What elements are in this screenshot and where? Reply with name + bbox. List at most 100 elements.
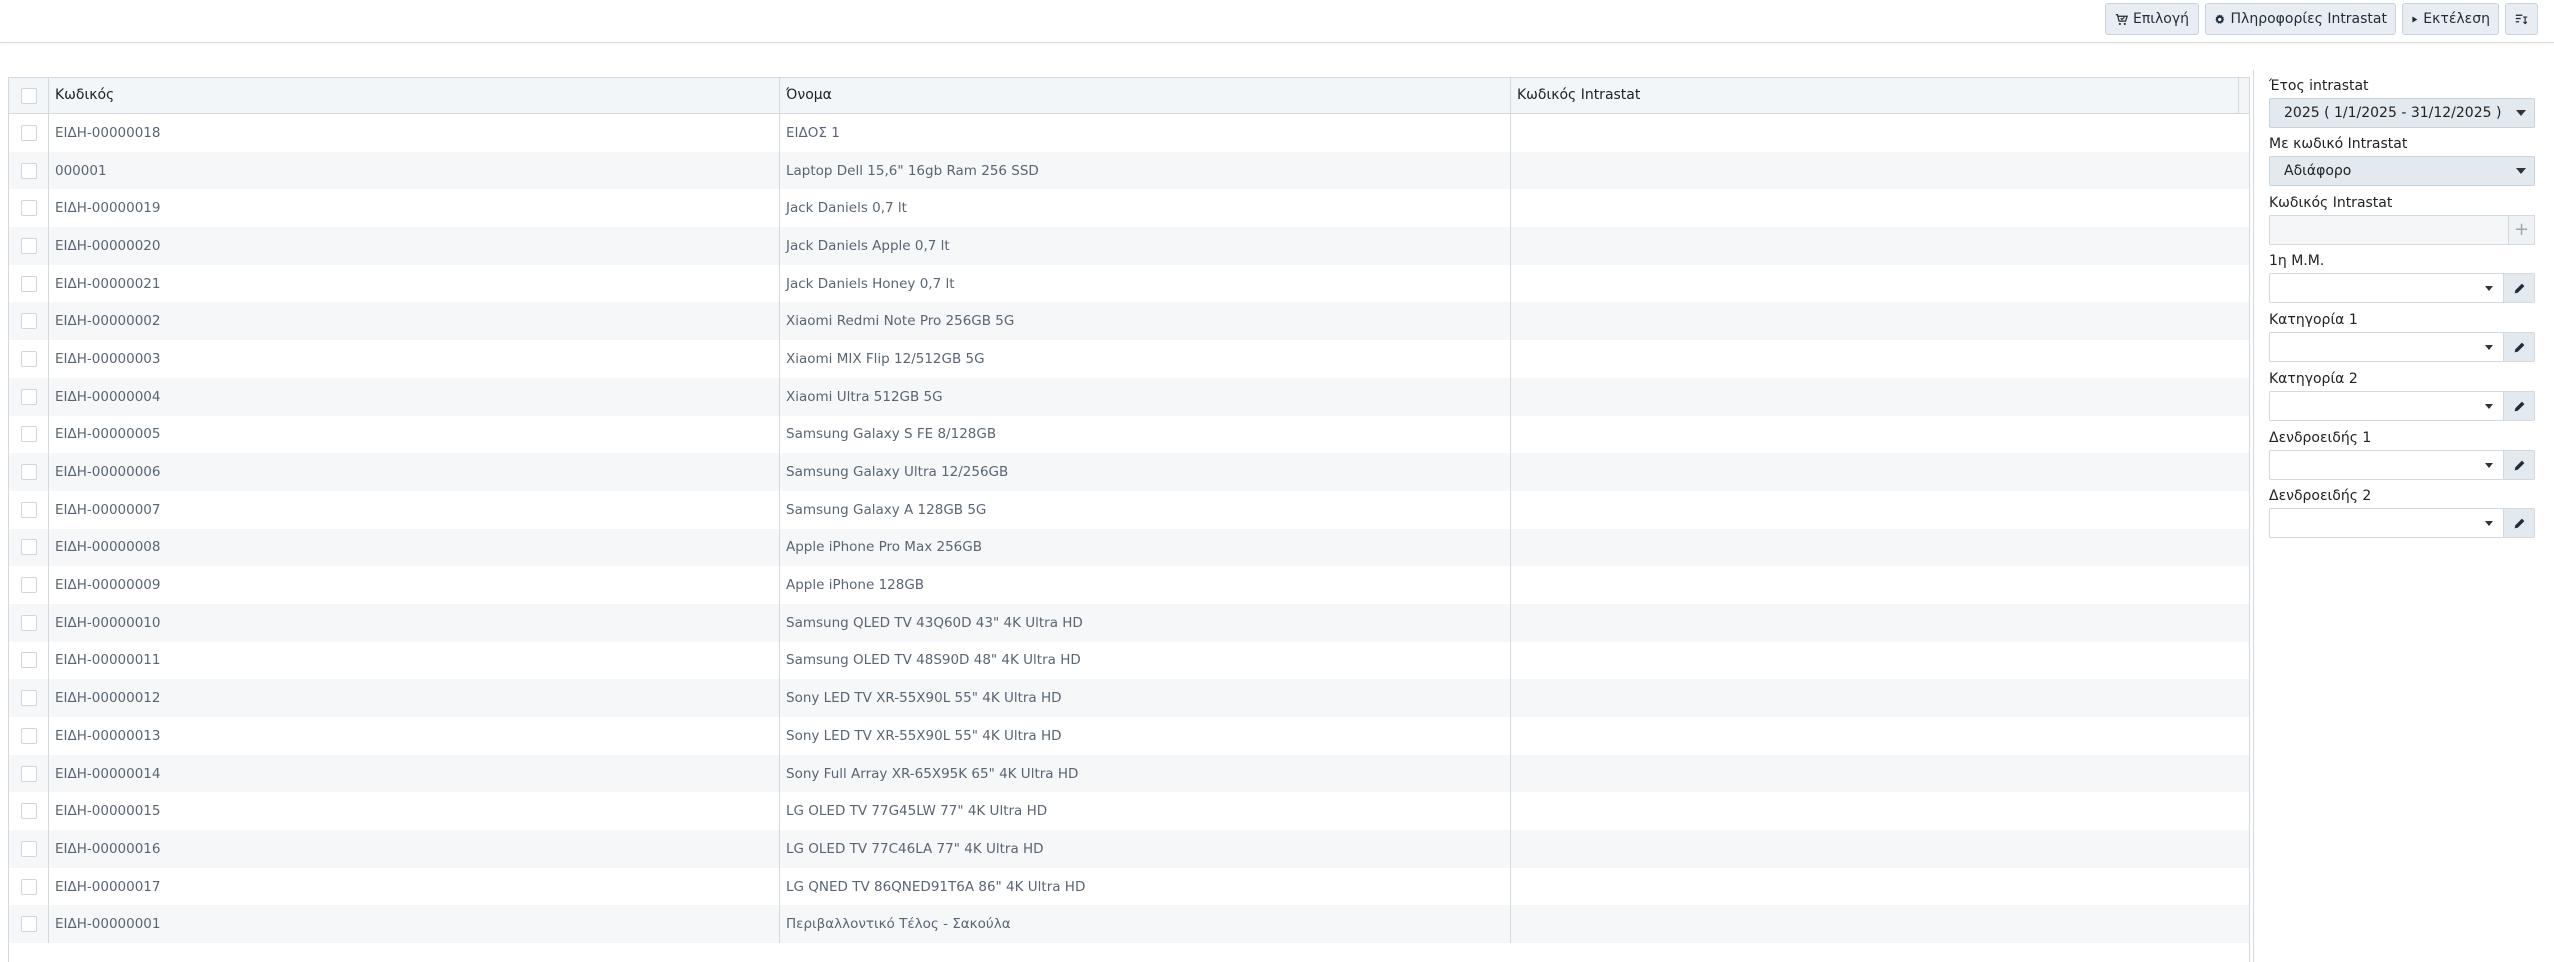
item-intrastat-cell xyxy=(1511,378,2239,416)
item-code-cell: ΕΙΔΗ-00000007 xyxy=(49,490,780,529)
row-checkbox[interactable] xyxy=(20,464,37,481)
category2-dropdown-button[interactable] xyxy=(2474,392,2504,420)
intrastat-code-input[interactable] xyxy=(2269,215,2509,245)
chevron-down-icon xyxy=(2485,403,2493,409)
category2-combo[interactable] xyxy=(2269,391,2535,421)
intrastat-code-label: Κωδικός Intrastat xyxy=(2269,195,2393,211)
category1-combo[interactable] xyxy=(2269,332,2535,362)
item-name-cell: Xiaomi Redmi Note Pro 256GB 5G xyxy=(780,302,1511,341)
table-row[interactable]: ΕΙΔΗ-00000013 Sony LED TV XR-55X90L 55" 4… xyxy=(9,717,2249,755)
row-checkbox[interactable] xyxy=(20,388,37,405)
table-row[interactable]: ΕΙΔΗ-00000020 Jack Daniels Apple 0,7 lt xyxy=(9,227,2249,265)
category2-edit-button[interactable] xyxy=(2503,392,2534,420)
table-row[interactable]: ΕΙΔΗ-00000014 Sony Full Array XR-65X95K 6… xyxy=(9,754,2249,793)
row-checkbox[interactable] xyxy=(20,614,37,631)
row-checkbox[interactable] xyxy=(20,237,37,254)
row-checkbox[interactable] xyxy=(20,501,37,518)
table-row[interactable]: ΕΙΔΗ-00000015 LG OLED TV 77G45LW 77" 4K U… xyxy=(9,792,2249,831)
select-all-checkbox[interactable] xyxy=(20,87,37,104)
row-select-cell xyxy=(9,603,49,642)
gear-icon xyxy=(2215,13,2225,24)
item-name-cell: Jack Daniels 0,7 lt xyxy=(780,189,1511,228)
table-row[interactable]: ΕΙΔΗ-00000002 Xiaomi Redmi Note Pro 256GB… xyxy=(9,302,2249,341)
table-row[interactable]: ΕΙΔΗ-00000016 LG OLED TV 77C46LA 77" 4K U… xyxy=(9,830,2249,868)
execute-button[interactable]: Εκτέλεση xyxy=(2402,3,2499,35)
row-checkbox[interactable] xyxy=(20,727,37,744)
table-row[interactable]: ΕΙΔΗ-00000007 Samsung Galaxy A 128GB 5G xyxy=(9,490,2249,529)
row-select-cell xyxy=(9,490,49,529)
row-checkbox[interactable] xyxy=(20,652,37,669)
category1-label: Κατηγορία 1 xyxy=(2269,312,2358,328)
row-checkbox[interactable] xyxy=(20,916,37,933)
tree1-dropdown-button[interactable] xyxy=(2474,451,2504,479)
item-intrastat-cell xyxy=(1511,189,2239,227)
table-row[interactable]: ΕΙΔΗ-00000006 Samsung Galaxy Ultra 12/256… xyxy=(9,453,2249,491)
chevron-down-icon xyxy=(2485,344,2493,350)
item-code-cell: 000001 xyxy=(49,151,780,190)
table-row[interactable]: ΕΙΔΗ-00000009 Apple iPhone 128GB xyxy=(9,566,2249,604)
row-checkbox[interactable] xyxy=(20,690,37,707)
row-checkbox[interactable] xyxy=(20,878,37,895)
column-header-code[interactable]: Κωδικός xyxy=(49,78,780,113)
table-row[interactable]: ΕΙΔΗ-00000003 Xiaomi MIX Flip 12/512GB 5G xyxy=(9,340,2249,378)
panel-divider xyxy=(2253,70,2254,962)
row-checkbox[interactable] xyxy=(20,350,37,367)
table-row[interactable]: ΕΙΔΗ-00000018 ΕΙΔΟΣ 1 xyxy=(9,114,2249,152)
select-button[interactable]: Επιλογή xyxy=(2105,3,2199,35)
table-row[interactable]: ΕΙΔΗ-00000004 Xiaomi Ultra 512GB 5G xyxy=(9,377,2249,416)
uom-edit-button[interactable] xyxy=(2503,274,2534,302)
table-row[interactable]: 000001 Laptop Dell 15,6" 16gb Ram 256 SSD xyxy=(9,151,2249,190)
table-row[interactable]: ΕΙΔΗ-00000010 Samsung QLED TV 43Q60D 43" … xyxy=(9,603,2249,642)
item-intrastat-cell xyxy=(1511,265,2239,303)
with-code-select[interactable]: Αδιάφορο xyxy=(2269,156,2535,186)
year-select[interactable]: 2025 ( 1/1/2025 - 31/12/2025 ) xyxy=(2269,98,2535,128)
row-checkbox[interactable] xyxy=(20,577,37,594)
table-row[interactable]: ΕΙΔΗ-00000008 Apple iPhone Pro Max 256GB xyxy=(9,528,2249,567)
category1-edit-button[interactable] xyxy=(2503,333,2534,361)
row-checkbox[interactable] xyxy=(20,200,37,217)
pencil-icon xyxy=(2514,460,2524,470)
row-select-cell xyxy=(9,717,49,755)
row-checkbox[interactable] xyxy=(20,803,37,820)
pencil-icon xyxy=(2514,518,2524,528)
table-row[interactable]: ΕΙΔΗ-00000011 Samsung OLED TV 48S90D 48" … xyxy=(9,641,2249,680)
row-select-cell xyxy=(9,754,49,793)
row-checkbox[interactable] xyxy=(20,124,37,141)
row-checkbox[interactable] xyxy=(20,765,37,782)
item-code-cell: ΕΙΔΗ-00000021 xyxy=(49,264,780,303)
tree1-combo[interactable] xyxy=(2269,450,2535,480)
column-header-intrastat[interactable]: Κωδικός Intrastat xyxy=(1511,78,2239,113)
item-name-cell: Samsung OLED TV 48S90D 48" 4K Ultra HD xyxy=(780,641,1511,680)
item-code-cell: ΕΙΔΗ-00000012 xyxy=(49,679,780,717)
item-intrastat-cell xyxy=(1511,114,2239,152)
column-header-name[interactable]: Όνομα xyxy=(780,78,1511,113)
item-name-cell: Xiaomi Ultra 512GB 5G xyxy=(780,377,1511,416)
table-row[interactable]: ΕΙΔΗ-00000012 Sony LED TV XR-55X90L 55" 4… xyxy=(9,679,2249,717)
row-select-cell xyxy=(9,227,49,265)
table-row[interactable]: ΕΙΔΗ-00000019 Jack Daniels 0,7 lt xyxy=(9,189,2249,228)
uom-combo[interactable] xyxy=(2269,273,2535,303)
table-row[interactable]: ΕΙΔΗ-00000021 Jack Daniels Honey 0,7 lt xyxy=(9,264,2249,303)
row-checkbox[interactable] xyxy=(20,840,37,857)
table-row[interactable]: ΕΙΔΗ-00000005 Samsung Galaxy S FE 8/128GB xyxy=(9,415,2249,454)
table-row[interactable]: ΕΙΔΗ-00000017 LG QNED TV 86QNED91T6A 86" … xyxy=(9,867,2249,906)
category1-dropdown-button[interactable] xyxy=(2474,333,2504,361)
row-checkbox[interactable] xyxy=(20,162,37,179)
row-checkbox[interactable] xyxy=(20,313,37,330)
row-checkbox[interactable] xyxy=(20,426,37,443)
tree2-dropdown-button[interactable] xyxy=(2474,509,2504,537)
uom-dropdown-button[interactable] xyxy=(2474,274,2504,302)
intrastat-info-button[interactable]: Πληροφορίες Intrastat xyxy=(2205,3,2396,35)
column-chooser-button[interactable] xyxy=(2505,3,2538,35)
add-intrastat-code-button[interactable]: + xyxy=(2509,215,2535,245)
row-checkbox[interactable] xyxy=(20,275,37,292)
item-intrastat-cell xyxy=(1511,755,2239,793)
tree2-edit-button[interactable] xyxy=(2503,509,2534,537)
item-code-cell: ΕΙΔΗ-00000015 xyxy=(49,792,780,831)
row-select-cell xyxy=(9,415,49,454)
tree2-combo[interactable] xyxy=(2269,508,2535,538)
table-row[interactable]: ΕΙΔΗ-00000001 Περιβαλλοντικό Τέλος - Σακο… xyxy=(9,905,2249,944)
item-name-cell: ΕΙΔΟΣ 1 xyxy=(780,114,1511,152)
tree1-edit-button[interactable] xyxy=(2503,451,2534,479)
row-checkbox[interactable] xyxy=(20,539,37,556)
